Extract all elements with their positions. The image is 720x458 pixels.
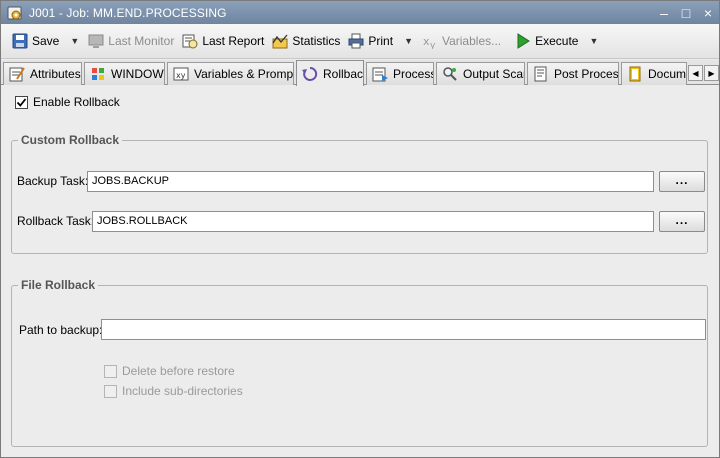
tab-post-process-label: Post Process [554,67,619,81]
save-label: Save [32,34,60,48]
path-to-backup-input[interactable] [101,319,706,340]
statistics-button[interactable]: Statistics [269,29,343,53]
file-rollback-title: File Rollback [18,278,99,292]
enable-rollback-label: Enable Rollback [33,95,120,109]
include-subdirectories-row[interactable]: Include sub-directories [104,384,243,398]
monitor-icon [88,34,104,48]
documentation-icon [629,66,641,82]
variables-button[interactable]: x y Variables... [419,29,504,53]
variables-xy-icon: x y [423,35,436,49]
rollback-task-label: Rollback Task: [17,214,95,228]
maximize-button[interactable]: □ [675,4,697,22]
enable-rollback-row[interactable]: Enable Rollback [15,95,120,109]
minimize-button[interactable]: – [653,4,675,22]
tab-documentation-label: Documentation [648,67,687,81]
execute-dropdown-arrow-icon[interactable]: ▼ [589,36,598,46]
print-button[interactable]: Print [345,29,396,53]
file-rollback-group: File Rollback Path to backup: Delete bef… [11,278,708,447]
last-monitor-button[interactable]: Last Monitor [85,29,177,53]
tab-windows-label: WINDOWS [111,67,164,81]
save-dropdown-arrow-icon[interactable]: ▼ [70,36,79,46]
backup-task-browse-button[interactable]: ... [659,171,705,192]
tab-variables-prompts-label: Variables & Prompts [194,67,294,81]
tab-scroll-right-button[interactable]: ▶ [704,65,719,81]
execute-label: Execute [535,34,579,48]
svg-text:y: y [430,41,436,49]
printer-icon [348,33,364,49]
include-subdirectories-label: Include sub-directories [122,384,243,398]
delete-before-restore-row[interactable]: Delete before restore [104,364,235,378]
statistics-label: Statistics [292,34,341,48]
report-icon [182,34,198,49]
tab-post-process[interactable]: Post Process [527,62,619,85]
tab-attributes[interactable]: Attributes [3,62,82,85]
backup-task-label: Backup Task: [17,174,89,188]
tab-output-scan[interactable]: Output Scan [436,62,525,85]
tab-process-label: Process [393,67,434,81]
print-dropdown-arrow-icon[interactable]: ▼ [404,36,413,46]
tab-rollback[interactable]: Rollback [296,60,364,86]
post-process-icon [534,66,547,82]
svg-text:xy: xy [176,71,186,80]
tab-scroll-left-button[interactable]: ◀ [688,65,703,81]
rollback-panel: Enable Rollback Custom Rollback Backup T… [1,86,719,457]
delete-before-restore-checkbox[interactable] [104,364,117,378]
variables-icon: xy [173,67,189,81]
variables-label: Variables... [441,34,502,48]
svg-text:x: x [423,35,430,48]
enable-rollback-checkbox[interactable] [15,95,28,109]
print-label: Print [368,34,394,48]
tab-windows[interactable]: WINDOWS [84,62,165,85]
custom-rollback-title: Custom Rollback [18,133,123,147]
tab-process[interactable]: Process [366,62,434,85]
tab-strip: Attributes WINDOWS xy Variables & Prompt… [1,60,719,86]
last-monitor-label: Last Monitor [108,34,175,48]
tab-attributes-label: Attributes [30,67,81,81]
output-scan-icon [443,67,457,81]
delete-before-restore-label: Delete before restore [122,364,235,378]
tab-rollback-label: Rollback [323,66,364,81]
include-subdirectories-checkbox[interactable] [104,384,117,398]
windows-logo-icon [92,68,104,80]
attributes-icon [9,67,25,82]
job-window: J001 - Job: MM.END.PROCESSING – □ × Save… [0,0,720,458]
rollback-task-input[interactable]: JOBS.ROLLBACK [92,211,654,232]
execute-button[interactable]: Execute [512,29,581,53]
tab-output-scan-label: Output Scan [463,67,525,81]
job-gear-icon [7,5,23,21]
backup-task-input[interactable]: JOBS.BACKUP [87,171,654,192]
rollback-icon [302,66,318,81]
save-icon [12,33,28,49]
rollback-task-browse-button[interactable]: ... [659,211,705,232]
toolbar: Save ▼ Last Monitor Last Report Statisti… [1,24,719,59]
statistics-chart-icon [272,34,288,49]
title-bar: J001 - Job: MM.END.PROCESSING – □ × [1,1,719,24]
path-to-backup-label: Path to backup: [19,323,103,337]
tab-variables-prompts[interactable]: xy Variables & Prompts [167,62,294,85]
process-icon [372,67,388,82]
window-title: J001 - Job: MM.END.PROCESSING [29,5,227,20]
custom-rollback-group: Custom Rollback Backup Task: JOBS.BACKUP… [11,133,708,254]
close-button[interactable]: × [697,4,719,22]
tab-documentation[interactable]: Documentation [621,62,687,85]
play-icon [517,33,531,49]
last-report-button[interactable]: Last Report [179,29,267,53]
last-report-label: Last Report [202,34,265,48]
checkmark-icon [16,97,27,107]
save-button[interactable]: Save [9,29,62,53]
